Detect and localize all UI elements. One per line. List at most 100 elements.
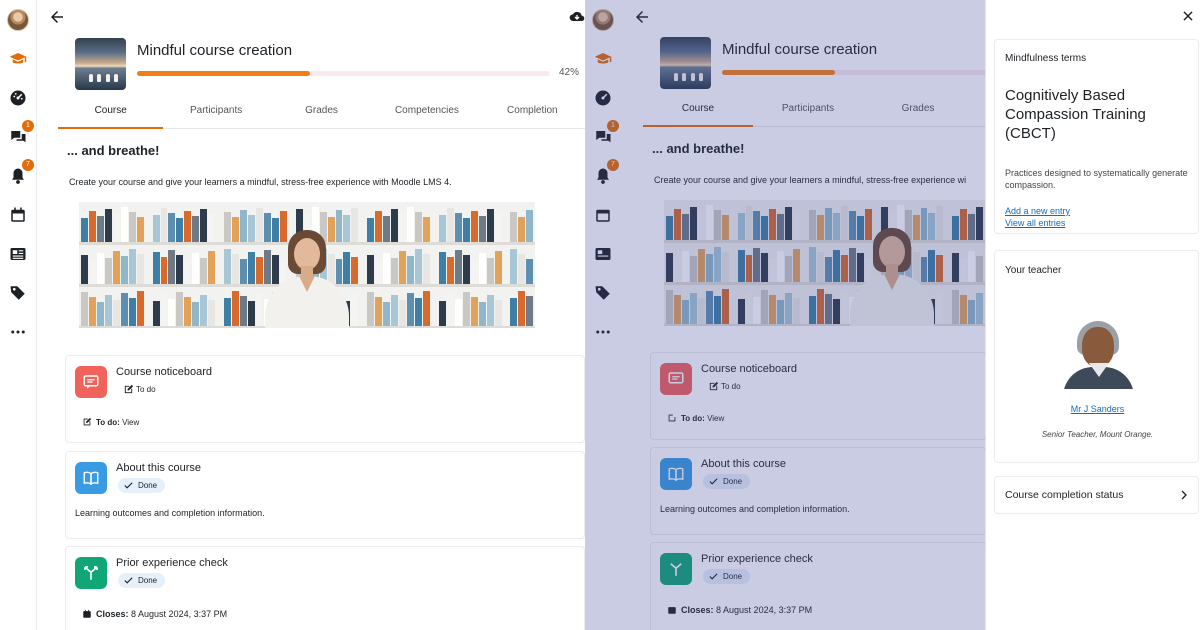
- activity-description: Learning outcomes and completion informa…: [660, 504, 850, 514]
- course-image: [660, 37, 711, 89]
- more-icon[interactable]: [592, 321, 614, 343]
- tab-completion[interactable]: Completion: [480, 97, 585, 128]
- course-main: Mindful course creation 42% Course Parti…: [37, 0, 585, 630]
- status-badge: To do: [118, 382, 164, 397]
- messages-badge: 1: [607, 120, 619, 132]
- user-avatar[interactable]: [592, 9, 614, 31]
- course-progress-label: 42%: [559, 67, 580, 78]
- glossary-term: Cognitively Based Compassion Training (C…: [1005, 87, 1146, 142]
- check-icon: [709, 573, 718, 580]
- messages-icon[interactable]: 1: [592, 120, 619, 148]
- activity-card[interactable]: Course noticeboard To do To do: View: [650, 352, 986, 440]
- forum-icon: [660, 363, 692, 395]
- back-arrow-icon[interactable]: [48, 8, 66, 26]
- status-badge: Done: [703, 569, 751, 584]
- closes-footer: Closes: 8 August 2024, 3:37 PM: [82, 609, 227, 619]
- course-title: Mindful course creation: [722, 41, 878, 58]
- activity-card[interactable]: About this course Done Learning outcomes…: [650, 447, 986, 535]
- add-entry-link[interactable]: Add a new entry: [1005, 206, 1070, 216]
- tab-course[interactable]: Course: [58, 97, 164, 129]
- course-tabs: Course Participants Grades Competencies …: [58, 97, 585, 129]
- teacher-name-link[interactable]: Mr J Sanders: [995, 404, 1200, 414]
- calendar-icon[interactable]: [592, 204, 614, 226]
- teacher-block: Your teacher Mr J Sanders Senior Teacher…: [994, 250, 1199, 463]
- tags-icon[interactable]: [7, 282, 29, 304]
- tags-icon[interactable]: [592, 282, 614, 304]
- course-main: Mindful course creation Course Participa…: [622, 0, 992, 630]
- messages-icon[interactable]: 1: [7, 120, 34, 148]
- tab-grades[interactable]: Grades: [269, 97, 374, 128]
- status-label: Done: [138, 576, 158, 585]
- tab-participants[interactable]: Participants: [753, 95, 863, 126]
- graduation-cap-icon[interactable]: [592, 48, 614, 70]
- tab-grades[interactable]: Grades: [863, 95, 973, 126]
- section-intro: Create your course and give your learner…: [654, 175, 967, 185]
- dashboard-icon[interactable]: [592, 87, 614, 109]
- closes-footer: Closes: 8 August 2024, 3:37 PM: [667, 605, 812, 615]
- edit-icon: [709, 381, 719, 391]
- course-progress-bar: [722, 70, 992, 75]
- footer-label: Closes:: [96, 609, 129, 619]
- activity-name[interactable]: Course noticeboard: [116, 366, 212, 378]
- glossary-definition: Practices designed to systematically gen…: [1005, 168, 1188, 190]
- check-icon: [124, 482, 133, 489]
- dashboard-icon[interactable]: [7, 87, 29, 109]
- course-image: [75, 38, 126, 90]
- teacher-photo: [1063, 319, 1134, 389]
- status-label: To do: [136, 385, 156, 394]
- status-label: Done: [723, 572, 743, 581]
- newspaper-icon[interactable]: [7, 243, 29, 265]
- completion-status-block[interactable]: Course completion status: [994, 476, 1199, 514]
- forum-icon: [75, 366, 107, 398]
- status-badge: Done: [118, 478, 166, 493]
- hero-image: [79, 202, 535, 328]
- activity-name[interactable]: About this course: [116, 462, 201, 474]
- activity-name[interactable]: Prior experience check: [701, 553, 813, 565]
- status-badge: Done: [703, 474, 751, 489]
- activity-card[interactable]: Course noticeboard To do To do: View: [65, 355, 585, 443]
- tab-competencies[interactable]: Competencies: [374, 97, 479, 128]
- more-icon[interactable]: [7, 321, 29, 343]
- nav-rail: 1 7: [0, 0, 37, 630]
- messages-badge: 1: [22, 120, 34, 132]
- activity-card[interactable]: About this course Done Learning outcomes…: [65, 451, 585, 539]
- cloud-download-icon[interactable]: [569, 9, 585, 25]
- newspaper-icon[interactable]: [592, 243, 614, 265]
- book-icon: [75, 462, 107, 494]
- hero-image: [664, 200, 985, 326]
- activity-card[interactable]: Prior experience check Done Closes: 8 Au…: [65, 546, 585, 630]
- course-progress-fill: [137, 71, 311, 76]
- footer-value: 8 August 2024, 3:37 PM: [131, 609, 228, 619]
- nav-rail: 1 7: [585, 0, 622, 630]
- activity-name[interactable]: Course noticeboard: [701, 363, 797, 375]
- footer-value: View: [122, 418, 140, 427]
- book-icon: [660, 458, 692, 490]
- close-icon[interactable]: [1181, 9, 1195, 23]
- status-label: To do: [721, 382, 741, 391]
- course-page-view: 1 7 Mindful course creation 42% Course P…: [0, 0, 585, 630]
- activity-card[interactable]: Prior experience check Done Closes: 8 Au…: [650, 542, 986, 630]
- activity-name[interactable]: About this course: [701, 458, 786, 470]
- calendar-icon[interactable]: [7, 204, 29, 226]
- calendar-icon: [83, 609, 91, 618]
- block-title: Your teacher: [1005, 265, 1062, 276]
- edit-icon: [124, 384, 134, 394]
- bell-icon[interactable]: 7: [7, 159, 34, 187]
- course-page-with-drawer: 1 7 Mindful course creation Course Parti…: [585, 0, 1200, 630]
- chevron-right-icon[interactable]: [1178, 489, 1190, 501]
- notifications-badge: 7: [607, 159, 619, 171]
- tab-course[interactable]: Course: [643, 95, 753, 127]
- graduation-cap-icon[interactable]: [7, 48, 29, 70]
- section-heading: ... and breathe!: [652, 141, 745, 156]
- tab-participants[interactable]: Participants: [163, 97, 268, 128]
- footer-value: 8 August 2024, 3:37 PM: [716, 605, 813, 615]
- back-arrow-icon[interactable]: [633, 8, 651, 26]
- status-badge: To do: [703, 379, 749, 394]
- section-heading: ... and breathe!: [67, 143, 160, 158]
- status-label: Done: [138, 481, 158, 490]
- bell-icon[interactable]: 7: [592, 159, 619, 187]
- activity-name[interactable]: Prior experience check: [116, 557, 228, 569]
- user-avatar[interactable]: [7, 9, 29, 31]
- block-title: Course completion status: [1005, 489, 1124, 501]
- view-entries-link[interactable]: View all entries: [1005, 218, 1065, 228]
